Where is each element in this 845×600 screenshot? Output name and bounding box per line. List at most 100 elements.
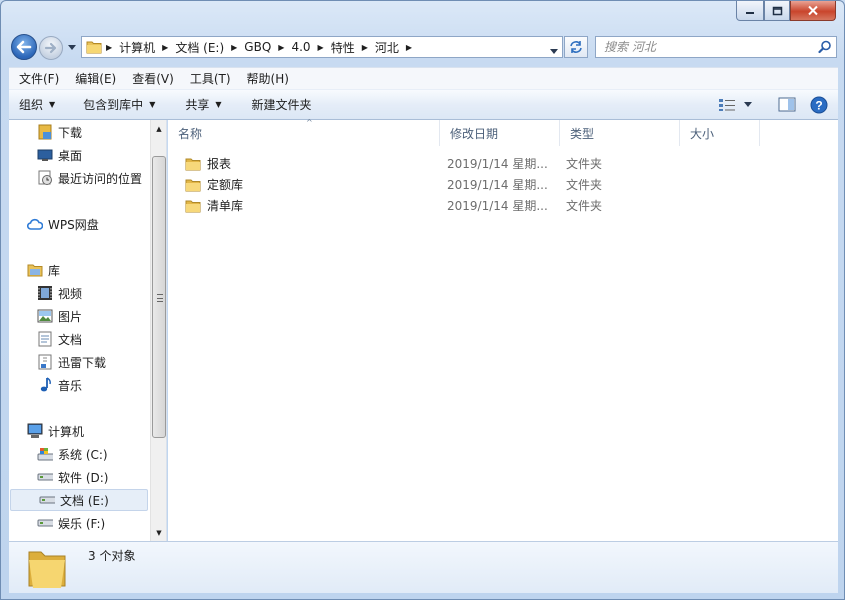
column-name[interactable]: ^ 名称 bbox=[168, 118, 440, 146]
menu-edit[interactable]: 编辑(E) bbox=[67, 70, 124, 87]
organize-button[interactable]: 组织 ▼ bbox=[9, 90, 65, 119]
nav-label: 下载 bbox=[58, 125, 83, 140]
maximize-button[interactable] bbox=[764, 1, 790, 21]
chevron-down-icon: ▼ bbox=[49, 100, 56, 109]
file-row[interactable]: 定额库 2019/1/14 星期... 文件夹 bbox=[180, 174, 820, 195]
file-name: 清单库 bbox=[207, 199, 244, 213]
nav-label: 桌面 bbox=[58, 148, 83, 163]
address-history-dropdown[interactable] bbox=[550, 43, 558, 57]
nav-label: 库 bbox=[48, 263, 61, 278]
folder-icon bbox=[185, 177, 201, 193]
nav-item-libraries[interactable]: 库 bbox=[9, 259, 149, 281]
chevron-down-icon: ▼ bbox=[149, 100, 156, 109]
nav-label: WPS网盘 bbox=[48, 217, 99, 232]
breadcrumb-features[interactable]: 特性 bbox=[326, 39, 360, 56]
nav-item-computer[interactable]: 计算机 bbox=[9, 420, 149, 442]
scroll-thumb[interactable] bbox=[152, 156, 166, 438]
breadcrumb-version[interactable]: 4.0 bbox=[286, 40, 315, 54]
close-button[interactable] bbox=[790, 1, 836, 21]
nav-label: 音乐 bbox=[58, 378, 83, 393]
file-name: 定额库 bbox=[207, 178, 244, 192]
search-icon[interactable] bbox=[818, 40, 832, 57]
drive-icon bbox=[37, 515, 53, 531]
new-folder-button[interactable]: 新建文件夹 bbox=[232, 90, 322, 119]
forward-button[interactable] bbox=[39, 36, 63, 60]
nav-label: 最近访问的位置 bbox=[58, 171, 143, 186]
video-icon bbox=[37, 285, 53, 301]
refresh-button[interactable] bbox=[564, 36, 588, 58]
breadcrumb-gbq[interactable]: GBQ bbox=[239, 40, 276, 54]
organize-label: 组织 bbox=[19, 98, 44, 112]
menu-file[interactable]: 文件(F) bbox=[11, 70, 67, 87]
share-button[interactable]: 共享 ▼ bbox=[165, 90, 231, 119]
column-type[interactable]: 类型 bbox=[560, 120, 680, 146]
scroll-up-arrow-icon[interactable]: ▲ bbox=[151, 120, 166, 137]
file-row[interactable]: 清单库 2019/1/14 星期... 文件夹 bbox=[180, 195, 820, 216]
nav-item-desktop[interactable]: 桌面 bbox=[9, 144, 149, 166]
chevron-right-icon[interactable]: ▶ bbox=[360, 43, 370, 52]
nav-item-music[interactable]: 音乐 bbox=[9, 374, 149, 396]
navigation-pane: 下载 桌面 最近访问的位置 WPS网盘 库 视频 图片 文档 迅雷下载 音乐 计… bbox=[9, 120, 167, 541]
nav-item-downloads[interactable]: 下载 bbox=[9, 121, 149, 143]
address-bar[interactable]: ▶ 计算机 ▶ 文档 (E:) ▶ GBQ ▶ 4.0 ▶ 特性 ▶ 河北 ▶ bbox=[81, 36, 563, 58]
folder-icon bbox=[86, 40, 102, 54]
nav-item-documents[interactable]: 文档 bbox=[9, 328, 149, 350]
back-button[interactable] bbox=[11, 34, 37, 60]
new-folder-label: 新建文件夹 bbox=[251, 98, 312, 112]
scroll-down-arrow-icon[interactable]: ▼ bbox=[151, 524, 166, 541]
nav-scrollbar[interactable]: ▲ ▼ bbox=[150, 120, 166, 541]
drive-icon bbox=[37, 469, 53, 485]
nav-item-recent[interactable]: 最近访问的位置 bbox=[9, 167, 149, 189]
chevron-right-icon[interactable]: ▶ bbox=[316, 43, 326, 52]
breadcrumb-computer[interactable]: 计算机 bbox=[114, 39, 160, 56]
nav-item-wps-cloud[interactable]: WPS网盘 bbox=[9, 213, 149, 235]
nav-item-drive-d[interactable]: 软件 (D:) bbox=[9, 466, 149, 488]
include-in-library-button[interactable]: 包含到库中 ▼ bbox=[65, 90, 165, 119]
command-bar: 组织 ▼ 包含到库中 ▼ 共享 ▼ 新建文件夹 ? bbox=[9, 89, 838, 120]
chevron-right-icon: ▶ bbox=[106, 42, 113, 52]
chevron-down-icon bbox=[744, 102, 752, 107]
search-input[interactable] bbox=[604, 40, 804, 54]
breadcrumb-drive-e[interactable]: 文档 (E:) bbox=[170, 39, 229, 56]
file-row[interactable]: 报表 2019/1/14 星期... 文件夹 bbox=[180, 153, 820, 174]
file-date: 2019/1/14 星期... bbox=[447, 178, 548, 192]
help-button[interactable]: ? bbox=[810, 96, 828, 114]
chevron-right-icon[interactable]: ▶ bbox=[276, 43, 286, 52]
nav-item-drive-f[interactable]: 娱乐 (F:) bbox=[9, 512, 149, 534]
preview-pane-button[interactable] bbox=[778, 97, 796, 112]
nav-item-videos[interactable]: 视频 bbox=[9, 282, 149, 304]
nav-label: 文档 (E:) bbox=[60, 493, 109, 508]
column-size-label: 大小 bbox=[690, 126, 715, 141]
item-count: 3 个对象 bbox=[88, 549, 136, 563]
nav-item-drive-e[interactable]: 文档 (E:) bbox=[10, 489, 148, 511]
nav-item-pictures[interactable]: 图片 bbox=[9, 305, 149, 327]
view-options-button[interactable] bbox=[718, 98, 752, 112]
menu-help[interactable]: 帮助(H) bbox=[239, 70, 297, 87]
chevron-right-icon[interactable]: ▶ bbox=[404, 43, 414, 52]
nav-label: 文档 bbox=[58, 332, 83, 347]
large-folder-icon bbox=[27, 546, 67, 593]
chevron-right-icon[interactable]: ▶ bbox=[160, 43, 170, 52]
system-drive-icon bbox=[37, 446, 53, 462]
file-type: 文件夹 bbox=[566, 157, 603, 171]
column-date-modified[interactable]: 修改日期 bbox=[440, 120, 560, 146]
file-type: 文件夹 bbox=[566, 199, 603, 213]
chevron-right-icon[interactable]: ▶ bbox=[229, 43, 239, 52]
downloads-folder-icon bbox=[37, 124, 53, 140]
svg-text:?: ? bbox=[815, 98, 822, 112]
nav-item-drive-c[interactable]: 系统 (C:) bbox=[9, 443, 149, 465]
nav-item-thunder[interactable]: 迅雷下载 bbox=[9, 351, 149, 373]
menu-view[interactable]: 查看(V) bbox=[124, 70, 182, 87]
recent-pages-dropdown[interactable] bbox=[66, 41, 78, 53]
column-size[interactable]: 大小 bbox=[680, 120, 760, 146]
menu-tools[interactable]: 工具(T) bbox=[182, 70, 239, 87]
folder-icon bbox=[185, 156, 201, 172]
minimize-button[interactable] bbox=[736, 1, 764, 21]
breadcrumb-hebei[interactable]: 河北 bbox=[370, 39, 404, 56]
details-pane: 3 个对象 bbox=[9, 541, 838, 593]
help-icon: ? bbox=[810, 96, 828, 113]
nav-label: 娱乐 (F:) bbox=[58, 516, 106, 531]
search-box bbox=[595, 36, 837, 58]
nav-label: 系统 (C:) bbox=[58, 447, 108, 462]
cloud-icon bbox=[27, 216, 43, 232]
